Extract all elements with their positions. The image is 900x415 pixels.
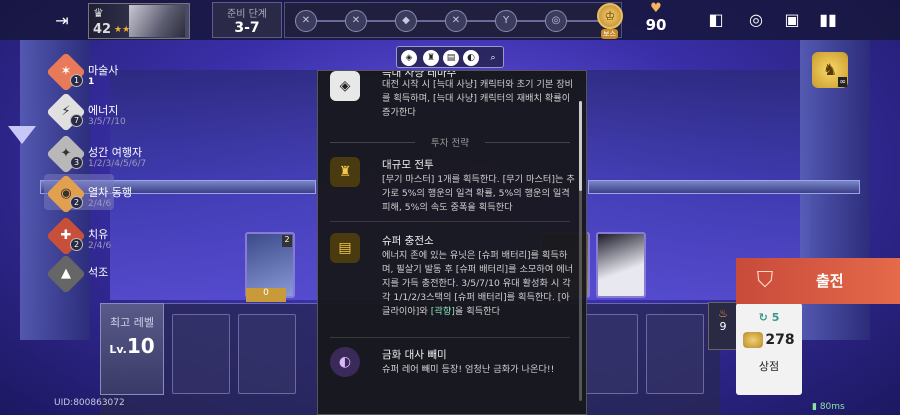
battle-chip-icon[interactable]: ♜ [423, 50, 439, 66]
streak-counter: ♨ 9 [708, 302, 738, 350]
section-label: 투자 전략 [330, 135, 570, 149]
auto-play-icon[interactable]: ♞ ∞ [812, 52, 848, 88]
player-level: 42 [93, 22, 112, 37]
hint-bulb-icon[interactable]: ◎ [744, 8, 768, 32]
stage-node[interactable]: ✕ [445, 10, 467, 32]
trait-tiers: 1/2/3/4/5/6/7 [88, 159, 147, 169]
level-label: 최고 레벨 [110, 316, 154, 329]
card-cost: 2 [282, 235, 292, 247]
rank-badge-icon: ♛ [93, 6, 104, 20]
gold-coin-icon [743, 332, 764, 348]
collection-icon[interactable]: ▣ [780, 8, 804, 32]
shop-card[interactable] [596, 232, 646, 298]
deploy-emblem-icon: ⛉ [756, 268, 774, 293]
strategy-entry-charge[interactable]: ▤ 슈퍼 충전소 에너지 존에 있는 유닛은 [슈퍼 배터리]를 획득하며, 필… [330, 231, 580, 331]
flame-icon: ♨ [718, 307, 728, 320]
divider [330, 221, 570, 222]
stage-node[interactable]: ✕ [295, 10, 317, 32]
battle-icon: ♜ [330, 157, 360, 187]
left-arrow-icon[interactable] [8, 126, 36, 144]
bench-slot[interactable] [172, 314, 230, 394]
item-chip[interactable]: 0 [246, 288, 286, 302]
uid-text: UID:800863072 [54, 398, 125, 408]
strategy-popup: ◈ 늑대 사냥 테마주 대전 시작 시 [늑대 사냥] 캐릭터와 초기 기본 장… [317, 70, 587, 415]
star-rating-icon: ★★ [114, 25, 131, 35]
arena-rail-right [588, 180, 860, 194]
deploy-label: 출전 [816, 272, 844, 290]
trait-name: 열차 동행 [88, 186, 132, 199]
trait-name: 에너지 [88, 104, 119, 117]
trait-tiers: 3/5/7/10 [88, 117, 126, 127]
boss-tag: 보스 [601, 29, 618, 39]
filter-chip-bar: ◈ ♜ ▤ ◐ ⌕ [396, 46, 504, 68]
bench-slot[interactable] [580, 314, 638, 394]
strategy-entry-owl[interactable]: ◐ 금화 대사 빼미 슈퍼 레어 빼미 등장! 엄청난 금화가 나온다!! [330, 345, 580, 395]
trait-name: 성간 여행자 [88, 146, 143, 159]
trait-name: 마술사 [88, 64, 119, 77]
boss-node[interactable]: ♔ 보스 [597, 3, 625, 39]
entry-title: 슈퍼 충전소 [382, 235, 434, 247]
search-icon[interactable]: ⌕ [485, 50, 501, 66]
stage-node[interactable]: ◆ [395, 10, 417, 32]
entry-desc: [무기 마스터] 1개를 획득한다. [무기 마스터]는 추가로 5%의 행운의… [382, 174, 575, 213]
stage-value: 3-7 [234, 20, 260, 36]
trait-count: 7 [70, 114, 83, 127]
gold-amount: 278 [736, 332, 802, 348]
max-level-box: 최고 레벨 Lv.10 [100, 303, 164, 395]
codex-icon[interactable]: ◧ [704, 8, 728, 32]
hp-indicator: ♥ 90 [636, 2, 676, 38]
trait-count: 1 [70, 74, 83, 87]
trait-tiers: 1 [88, 77, 95, 87]
streak-count: 9 [719, 320, 727, 333]
avatar-art [129, 5, 185, 37]
entry-desc: 대전 시작 시 [늑대 사냥] 캐릭터와 초기 기본 장비를 획득하며, [늑대… [382, 79, 574, 118]
top-bar: ⇥ ♛ 42 ★★ 준비 단계 3-7 ✕ ✕ ◆ ✕ Y ◎ ♔ 보스 ♥ 9… [0, 0, 900, 40]
divider [330, 337, 570, 338]
exit-icon[interactable]: ⇥ [50, 10, 74, 32]
wolf-theme-icon: ◈ [330, 71, 360, 101]
owl-chip-icon[interactable]: ◐ [463, 50, 479, 66]
shop-button[interactable]: ↻ 5 278 상점 [736, 303, 802, 395]
trait-name: 석조 [88, 266, 109, 279]
stage-label: 준비 단계 [227, 9, 267, 20]
strategy-entry-battle[interactable]: ♜ 대규모 전투 [무기 마스터] 1개를 획득한다. [무기 마스터]는 추가… [330, 155, 580, 215]
level-value: Lv.10 [109, 334, 155, 358]
strategy-entry-wolf[interactable]: ◈ 늑대 사냥 테마주 대전 시작 시 [늑대 사냥] 캐릭터와 초기 기본 장… [330, 71, 580, 125]
entry-title: 대규모 전투 [382, 159, 434, 171]
charge-station-icon: ▤ [330, 233, 360, 263]
wolf-chip-icon[interactable]: ◈ [401, 50, 417, 66]
stone-icon: ▲ [46, 254, 86, 294]
entry-title: 금화 대사 빼미 [382, 349, 447, 361]
trait-name: 치유 [88, 228, 109, 241]
stage-node[interactable]: ◎ [545, 10, 567, 32]
entry-desc: 에너지 존에 있는 유닛은 [슈퍼 배터리]를 획득하며, 필살기 발동 후 [… [382, 250, 574, 317]
entry-desc: 슈퍼 레어 빼미 등장! 엄청난 금화가 나온다!! [382, 364, 555, 375]
trait-count: 2 [70, 196, 83, 209]
boss-icon: ♔ [597, 3, 623, 29]
trait-tiers: 2/4/6 [88, 241, 112, 251]
stage-node[interactable]: Y [495, 10, 517, 32]
heart-icon: ♥ [650, 1, 662, 16]
stage-node[interactable]: ✕ [345, 10, 367, 32]
ping-indicator: ▮ 80ms [812, 402, 845, 412]
player-avatar[interactable]: ♛ 42 ★★ [88, 3, 190, 39]
reroll-count[interactable]: ↻ 5 [736, 311, 802, 324]
owl-icon: ◐ [330, 347, 360, 377]
stats-chart-icon[interactable]: ▮▮ [816, 8, 840, 32]
trait-count: 2 [70, 238, 83, 251]
bench-slot[interactable] [238, 314, 296, 394]
trait-count: 3 [70, 156, 83, 169]
charge-chip-icon[interactable]: ▤ [443, 50, 459, 66]
hp-value: 90 [645, 16, 667, 34]
bench-slot[interactable] [646, 314, 704, 394]
stage-indicator: 준비 단계 3-7 [212, 2, 282, 38]
shop-label: 상점 [758, 360, 780, 373]
trait-tiers: 2/4/6 [88, 199, 112, 209]
stage-progress: ✕ ✕ ◆ ✕ Y ◎ ♔ 보스 [284, 2, 625, 39]
deploy-button[interactable]: ⛉ 출전 [736, 258, 900, 304]
